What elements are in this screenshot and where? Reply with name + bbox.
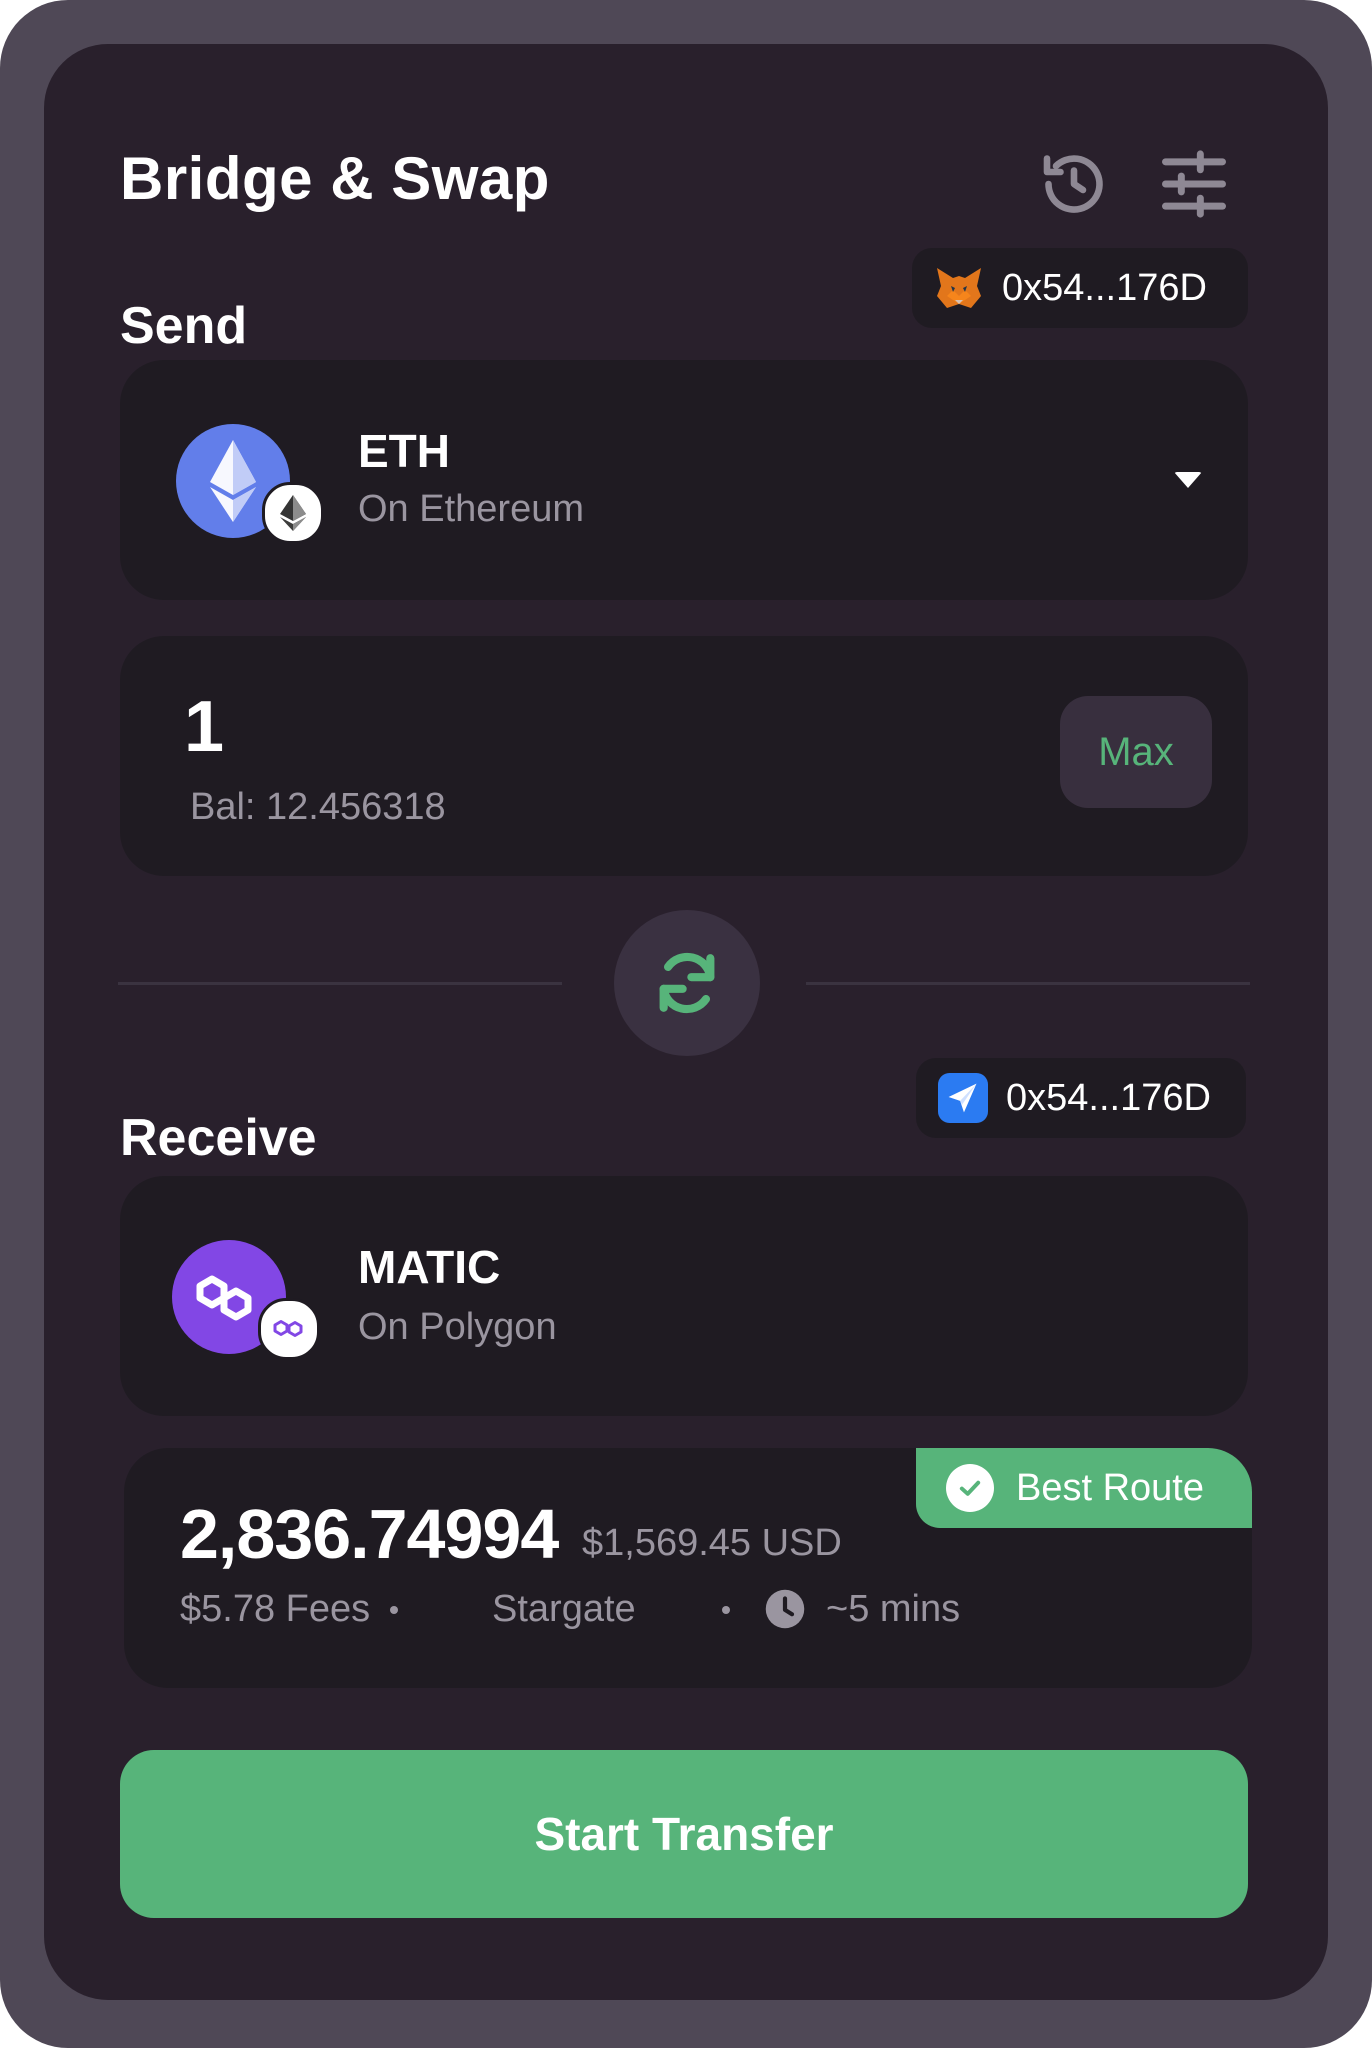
swap-direction-button[interactable] (614, 910, 760, 1056)
best-route-badge: Best Route (916, 1448, 1252, 1528)
send-amount-panel: Bal: 12.456318 Max (120, 636, 1248, 876)
receive-label: Receive (120, 1109, 317, 1167)
separator-dot (722, 1606, 730, 1614)
receive-token-chain: On Polygon (358, 1306, 557, 1348)
receive-token-symbol: MATIC (358, 1241, 501, 1293)
receive-wallet-pill[interactable]: 0x54...176D (916, 1058, 1246, 1138)
receive-usd-value: $1,569.45 USD (582, 1522, 842, 1564)
clock-icon (764, 1588, 806, 1630)
divider-right (806, 982, 1250, 985)
send-wallet-address: 0x54...176D (1002, 266, 1207, 309)
receive-wallet-address: 0x54...176D (1006, 1076, 1211, 1119)
best-route-label: Best Route (1016, 1466, 1204, 1509)
settings-button[interactable] (1154, 144, 1234, 224)
send-balance: Bal: 12.456318 (190, 786, 446, 828)
fees-text: $5.78 Fees (180, 1588, 371, 1630)
separator-dot (390, 1606, 398, 1614)
history-button[interactable] (1034, 144, 1114, 224)
send-label: Send (120, 297, 248, 355)
start-transfer-button[interactable]: Start Transfer (120, 1750, 1248, 1918)
receive-amount: 2,836.74994 (180, 1495, 559, 1573)
send-token-chain: On Ethereum (358, 488, 584, 530)
polygon-chain-badge-icon (258, 1298, 320, 1360)
send-amount-input[interactable] (184, 686, 684, 768)
route-quote-panel[interactable]: Best Route 2,836.74994 $1,569.45 USD $5.… (124, 1448, 1252, 1688)
app-frame: Bridge & Swap Send 0x54...176D ETH On Et… (0, 0, 1372, 2048)
page-title: Bridge & Swap (120, 145, 550, 212)
history-icon (1043, 155, 1103, 213)
bridge-swap-card: Bridge & Swap Send 0x54...176D ETH On Et… (44, 44, 1328, 2000)
ethereum-chain-badge-icon (262, 482, 324, 544)
send-token-symbol: ETH (358, 425, 450, 477)
max-button[interactable]: Max (1060, 696, 1212, 808)
receive-token-selector[interactable]: MATIC On Polygon (120, 1176, 1248, 1416)
chevron-down-icon (1174, 472, 1202, 488)
swap-arrows-icon (659, 952, 715, 1014)
sliders-icon (1162, 150, 1226, 218)
send-token-selector[interactable]: ETH On Ethereum (120, 360, 1248, 600)
check-circle-icon (946, 1464, 994, 1512)
send-wallet-pill[interactable]: 0x54...176D (912, 248, 1248, 328)
send-plane-icon (938, 1073, 988, 1123)
route-provider: Stargate (492, 1588, 636, 1630)
eta-text: ~5 mins (826, 1588, 961, 1630)
metamask-fox-icon (934, 263, 984, 313)
divider-left (118, 982, 562, 985)
